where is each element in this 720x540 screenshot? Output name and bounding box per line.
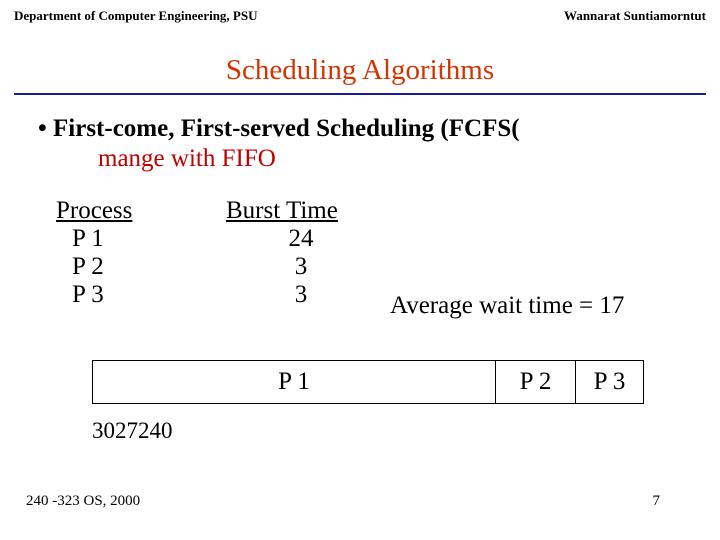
slide-header: Department of Computer Engineering, PSU …: [14, 8, 706, 24]
footer-right: 7: [653, 493, 661, 510]
gantt-chart: P 1 P 2 P 3: [92, 360, 644, 404]
number-line: 3027240: [92, 418, 173, 444]
cell-process: P 1: [72, 225, 226, 253]
slide: Department of Computer Engineering, PSU …: [0, 0, 720, 540]
gantt-p2: P 2: [496, 360, 576, 404]
title-rule: [14, 93, 706, 95]
gantt-p1: P 1: [92, 360, 496, 404]
cell-burst: 3: [226, 253, 376, 281]
sub-line: mange with FIFO: [98, 145, 682, 173]
slide-body: • First-come, First-served Scheduling (F…: [14, 115, 706, 309]
cell-process: P 3: [72, 281, 226, 309]
cell-burst: 3: [226, 281, 376, 309]
cell-burst: 24: [226, 225, 376, 253]
footer-left: 240 -323 OS, 2000: [26, 493, 140, 510]
header-right: Wannarat Suntiamorntut: [564, 8, 706, 24]
col-process: Process: [56, 197, 226, 225]
col-burst: Burst Time: [226, 197, 376, 225]
avg-wait: Average wait time = 17: [390, 292, 624, 320]
gantt-p3: P 3: [576, 360, 644, 404]
slide-title: Scheduling Algorithms: [14, 54, 706, 87]
cell-process: P 2: [72, 253, 226, 281]
bullet-line: • First-come, First-served Scheduling (F…: [38, 115, 682, 143]
header-left: Department of Computer Engineering, PSU: [14, 8, 258, 24]
